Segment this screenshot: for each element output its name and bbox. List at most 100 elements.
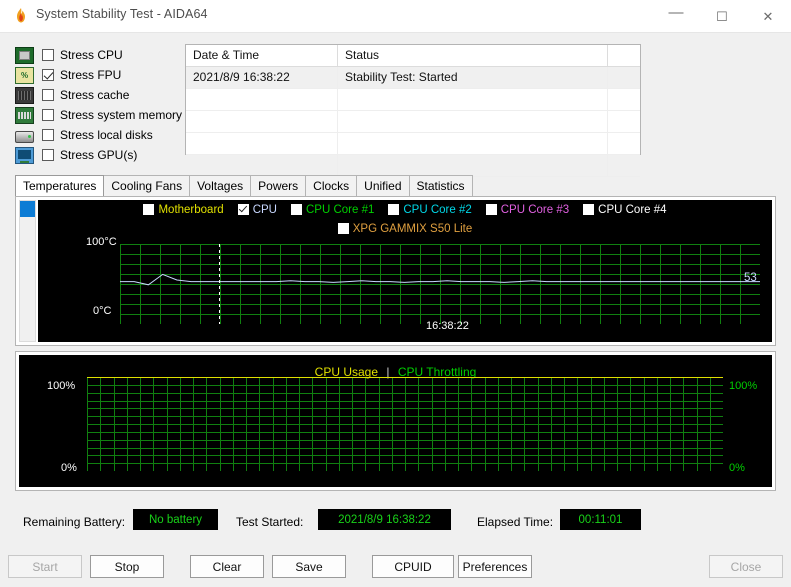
cell-spacer (608, 133, 640, 154)
cell-status (338, 89, 608, 110)
column-header-datetime: Date & Time (186, 45, 338, 66)
cell-spacer (608, 89, 640, 110)
legend-item[interactable]: CPU Core #3 (485, 204, 570, 216)
table-row[interactable] (186, 89, 640, 111)
legend-label: Motherboard (158, 204, 224, 216)
cell-status (338, 111, 608, 132)
stress-option-row[interactable]: Stress cache (15, 85, 185, 105)
column-header-status: Status (338, 45, 608, 66)
flame-icon (17, 8, 25, 23)
tab-clocks[interactable]: Clocks (305, 175, 358, 196)
close-window-button[interactable]: ✕ (745, 0, 791, 32)
cpu-usage-graph-panel: CPU Usage | CPU Throttling 100% 0% 100% … (15, 351, 776, 491)
temperature-legend-row-1[interactable]: Motherboard CPU CPU Core #1 CPU Core #2 CPU … (38, 204, 772, 216)
close-icon: ✕ (762, 8, 774, 24)
cell-spacer (608, 111, 640, 132)
legend-checkbox[interactable] (583, 204, 595, 216)
legend-item[interactable]: CPU Core #4 (583, 204, 667, 216)
legend-checkbox[interactable] (290, 204, 302, 216)
cpuid-button[interactable]: CPUID (372, 555, 454, 578)
legend-item[interactable]: CPU (237, 204, 277, 216)
cache-icon (15, 86, 34, 104)
tab-powers[interactable]: Powers (250, 175, 307, 196)
legend-item[interactable]: Motherboard (143, 204, 224, 216)
scrollbar-thumb[interactable] (20, 201, 35, 217)
stop-button[interactable]: Stop (90, 555, 164, 578)
graph-tab-bar[interactable]: Temperatures Cooling Fans Voltages Powers Cl… (15, 175, 776, 196)
stress-option-label: Stress cache (60, 88, 130, 102)
cell-spacer (608, 67, 640, 88)
legend-label: CPU Core #1 (305, 204, 375, 216)
temperature-legend-row-2[interactable]: XPG GAMMIX S50 Lite (38, 223, 772, 235)
stress-option-checkbox[interactable] (42, 49, 54, 61)
tab-statistics[interactable]: Statistics (408, 175, 473, 196)
legend-checkbox[interactable] (143, 204, 155, 216)
stress-option-row[interactable]: Stress local disks (15, 125, 185, 145)
legend-checkbox[interactable] (485, 204, 497, 216)
table-row[interactable] (186, 133, 640, 155)
stress-option-label: Stress CPU (60, 48, 123, 62)
test-started-label: Test Started: (236, 515, 304, 529)
column-header-spacer (608, 45, 640, 66)
clear-button[interactable]: Clear (190, 555, 264, 578)
elapsed-time-label: Elapsed Time: (477, 515, 554, 529)
temperature-plot (120, 244, 760, 324)
legend-item[interactable]: XPG GAMMIX S50 Lite (337, 223, 472, 235)
title-bar: System Stability Test - AIDA64 — ☐ ✕ (0, 0, 791, 32)
legend-checkbox[interactable] (337, 223, 349, 235)
cell-datetime (186, 155, 338, 176)
table-row[interactable]: 2021/8/9 16:38:22 Stability Test: Started (186, 67, 640, 89)
cell-datetime (186, 111, 338, 132)
legend-label: CPU Core #3 (500, 204, 570, 216)
memory-icon (15, 106, 34, 124)
stress-option-label: Stress GPU(s) (60, 148, 138, 162)
cpu-usage-graph-canvas: CPU Usage | CPU Throttling 100% 0% 100% … (19, 355, 772, 487)
stress-option-label: Stress FPU (60, 68, 122, 82)
stress-option-row[interactable]: Stress GPU(s) (15, 145, 185, 165)
client-area: Stress CPU % Stress FPU Stress cache Stress … (0, 32, 791, 548)
cell-datetime (186, 133, 338, 154)
save-button[interactable]: Save (272, 555, 346, 578)
stress-option-checkbox[interactable] (42, 129, 54, 141)
battery-label: Remaining Battery: (23, 515, 126, 529)
test-started-value: 2021/8/9 16:38:22 (318, 509, 451, 530)
stress-option-row[interactable]: % Stress FPU (15, 65, 185, 85)
close-button: Close (709, 555, 783, 578)
stress-option-checkbox[interactable] (42, 89, 54, 101)
cell-status (338, 133, 608, 154)
legend-item[interactable]: CPU Core #1 (290, 204, 375, 216)
temperature-y-axis-top-label: 100°C (86, 236, 117, 248)
gpu-stand (20, 160, 29, 163)
elapsed-time-value: 00:11:01 (560, 509, 641, 530)
stress-option-row[interactable]: Stress CPU (15, 45, 185, 65)
stress-option-checkbox[interactable] (42, 149, 54, 161)
minimize-button[interactable]: — (653, 0, 699, 32)
stress-option-row[interactable]: Stress system memory (15, 105, 185, 125)
event-log-table[interactable]: Date & Time Status 2021/8/9 16:38:22 Stab… (185, 44, 641, 177)
legend-checkbox[interactable] (388, 204, 400, 216)
table-body: 2021/8/9 16:38:22 Stability Test: Started (186, 67, 640, 177)
legend-checkbox[interactable] (237, 204, 249, 216)
tab-temperatures[interactable]: Temperatures (15, 175, 105, 196)
tab-cooling-fans[interactable]: Cooling Fans (103, 175, 191, 196)
stress-option-label: Stress local disks (60, 128, 153, 142)
preferences-button[interactable]: Preferences (458, 555, 532, 578)
legend-label: CPU Core #2 (403, 204, 472, 216)
start-button: Start (8, 555, 82, 578)
stress-option-checkbox[interactable] (42, 109, 54, 121)
table-row[interactable] (186, 155, 640, 177)
cell-status (338, 155, 608, 176)
gpu-icon (15, 146, 34, 164)
maximize-icon: ☐ (716, 8, 728, 24)
maximize-button[interactable]: ☐ (699, 0, 745, 32)
stress-option-checkbox[interactable] (42, 69, 54, 81)
cell-status: Stability Test: Started (338, 67, 608, 88)
cell-datetime: 2021/8/9 16:38:22 (186, 67, 338, 88)
legend-item[interactable]: CPU Core #2 (388, 204, 472, 216)
tab-voltages[interactable]: Voltages (189, 175, 252, 196)
tab-unified[interactable]: Unified (356, 175, 410, 196)
table-row[interactable] (186, 111, 640, 133)
cell-datetime (186, 89, 338, 110)
temperature-graph-scrollbar[interactable] (19, 200, 36, 342)
temperature-marker-time-label: 16:38:22 (426, 320, 469, 332)
